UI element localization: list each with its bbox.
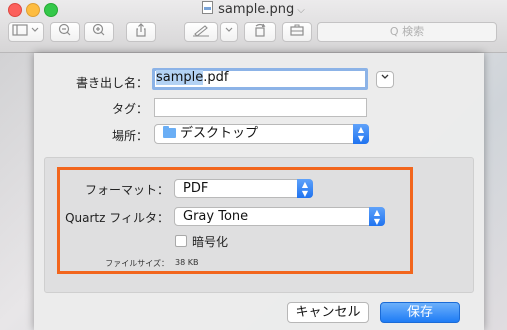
chevron-down-icon [225, 27, 233, 32]
window-titlebar: sample.png ⌵ Q 検索 [0, 0, 507, 53]
cancel-button[interactable]: キャンセル [287, 302, 369, 323]
toolbox-button[interactable] [282, 22, 312, 42]
markup-button[interactable] [184, 22, 218, 42]
zoom-out-icon [58, 23, 71, 36]
export-as-field[interactable]: sample.pdf [152, 68, 368, 90]
tags-label: タグ： [111, 102, 148, 116]
rotate-button[interactable] [244, 22, 276, 42]
window-title-text: sample.png [218, 2, 295, 17]
rotate-icon [255, 23, 266, 37]
export-as-label: 書き出し名： [75, 76, 148, 90]
zoom-in-icon [92, 23, 105, 36]
document-icon [202, 1, 214, 14]
markup-menu-button[interactable] [220, 22, 238, 42]
window-title[interactable]: sample.png ⌵ [0, 1, 507, 17]
title-chevron-icon[interactable]: ⌵ [297, 5, 305, 16]
where-popup[interactable]: デスクトップ ▲ ▼ [154, 124, 369, 144]
sidebar-toggle-button[interactable] [8, 22, 44, 42]
markup-icon [193, 25, 209, 37]
share-icon [136, 23, 146, 37]
zoom-out-button[interactable] [50, 22, 80, 42]
filename-extension-text: .pdf [203, 70, 229, 85]
chevron-down-icon [381, 74, 389, 79]
where-label: 場所： [111, 129, 148, 143]
filename-selected-text: sample [156, 70, 204, 85]
stepper-icon: ▲ ▼ [353, 124, 369, 144]
save-button[interactable]: 保存 [380, 302, 460, 323]
expand-dialog-button[interactable] [376, 71, 394, 88]
folder-icon [163, 126, 176, 138]
tags-field[interactable] [154, 98, 367, 117]
where-value: デスクトップ [180, 126, 259, 141]
search-input[interactable]: Q 検索 [317, 22, 497, 42]
toolbox-icon [290, 24, 304, 36]
sidebar-icon [12, 24, 39, 36]
zoom-in-button[interactable] [84, 22, 114, 42]
highlight-frame [57, 167, 413, 274]
share-button[interactable] [126, 22, 156, 42]
